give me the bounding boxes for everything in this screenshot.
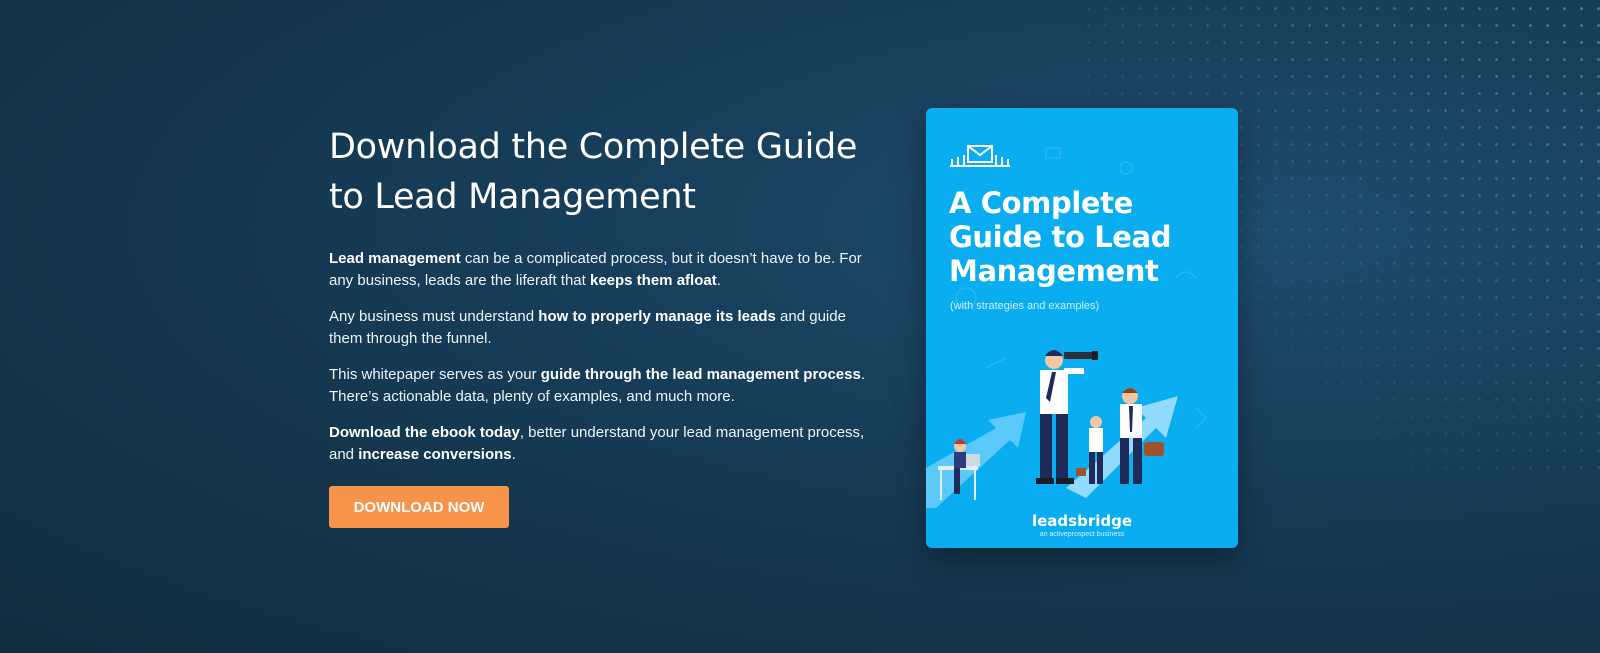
description-paragraph: Lead management can be a complicated pro… <box>329 248 869 292</box>
ebook-cover-image: A Complete Guide to Lead Management (wit… <box>926 108 1238 548</box>
page-title: Download the Complete Guide to Lead Mana… <box>329 127 858 217</box>
emphasis-text: Download the ebook today <box>329 424 520 441</box>
emphasis-text: guide through the lead management proces… <box>540 366 861 383</box>
description-paragraph: Download the ebook today, better underst… <box>329 422 869 466</box>
emphasis-text: increase conversions <box>358 446 512 463</box>
body-text: This whitepaper serves as your <box>329 366 541 383</box>
emphasis-text: keeps them afloat <box>589 272 717 289</box>
hero-content: Download the Complete Guide to Lead Mana… <box>329 122 869 528</box>
envelope-bridge-icon <box>950 145 1010 167</box>
businesspeople-growth-illustration <box>926 350 1178 508</box>
body-text: Any business must understand <box>329 308 539 325</box>
emphasis-text: how to properly manage its leads <box>538 308 776 325</box>
emphasis-text: Lead management <box>329 250 461 267</box>
body-text: . <box>716 272 721 289</box>
cover-brand-tagline: an activeprospect business <box>1039 531 1125 538</box>
cover-brand-logo: leadsbridge <box>1031 512 1133 530</box>
description-paragraph: Any business must understand how to prop… <box>329 306 869 350</box>
cover-subtitle: (with strategies and examples) <box>950 300 1100 312</box>
description-paragraph: This whitepaper serves as your guide thr… <box>329 364 869 408</box>
description: Lead management can be a complicated pro… <box>329 248 869 466</box>
download-now-button[interactable]: DOWNLOAD NOW <box>329 486 509 528</box>
body-text: . <box>511 446 516 463</box>
cover-title: A Complete Guide to Lead Management <box>949 186 1172 288</box>
